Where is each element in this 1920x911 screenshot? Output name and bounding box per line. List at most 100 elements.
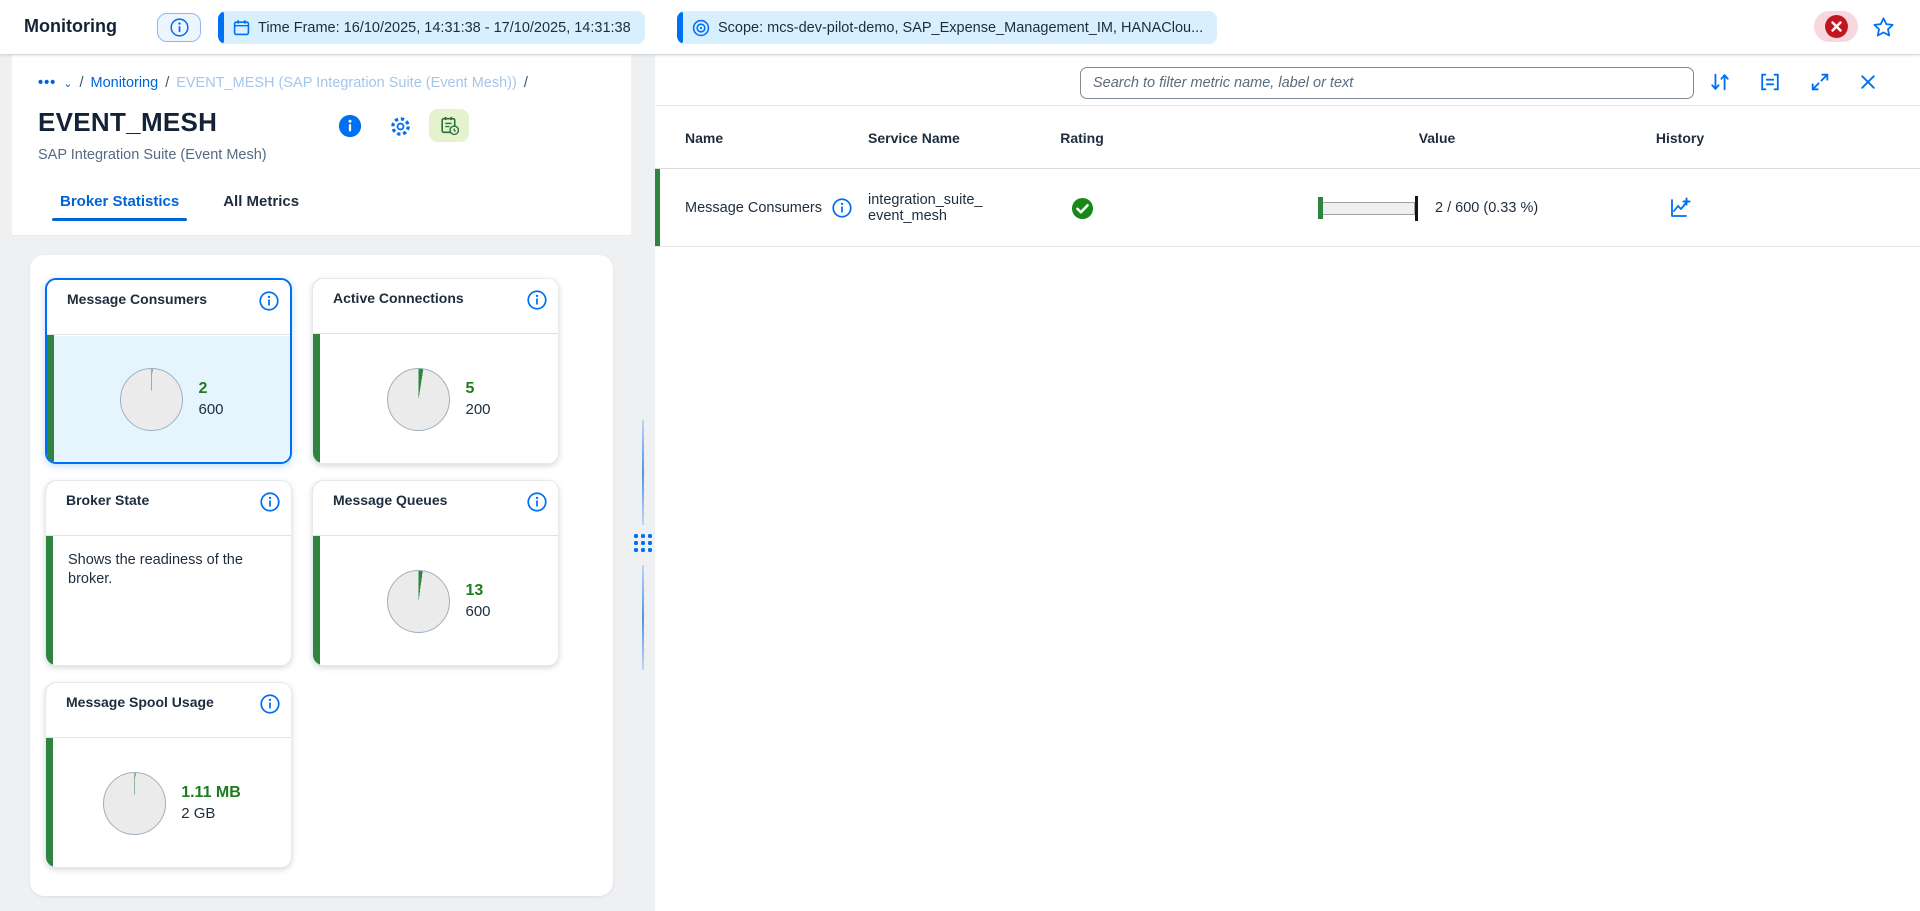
card-body: 2 600 [54,336,290,462]
breadcrumb-separator: / [79,75,83,91]
cell-service-name: integration_suite_event_mesh [868,192,984,224]
list-icon [1759,71,1781,93]
card-values: 5 200 [465,380,490,418]
history-chart-icon [1668,196,1692,220]
column-header-rating[interactable]: Rating [1032,106,1132,169]
metric-card[interactable]: Broker State Shows the readiness of the … [45,480,292,666]
error-badge-icon [1824,14,1849,39]
column-header-history[interactable]: History [1610,106,1750,169]
row-status-bar [655,169,660,246]
value-bar-track [1323,202,1415,215]
page-title: EVENT_MESH [38,107,217,138]
breadcrumb-separator: / [165,75,169,91]
metrics-toolbar [655,55,1920,106]
breadcrumb-link-monitoring[interactable]: Monitoring [90,75,158,91]
settings-button[interactable] [387,113,413,139]
breadcrumb-link-event-mesh[interactable]: EVENT_MESH (SAP Integration Suite (Event… [176,75,517,91]
gauge-chart [103,772,166,835]
table-row[interactable]: Message Consumers integration_suite_even… [655,169,1920,247]
cell-rating [1032,169,1132,247]
metric-cards-grid: Message Consumers 2 600 Active Connectio… [45,278,559,868]
card-body: 5 200 [320,335,558,463]
breadcrumb-separator: / [524,75,528,91]
calendar-clock-icon [439,115,460,136]
card-header: Message Queues [313,481,558,536]
title-info-button[interactable] [337,113,363,139]
sort-button[interactable] [1707,69,1733,95]
column-header-value[interactable]: Value [1362,106,1512,169]
page-subtitle: SAP Integration Suite (Event Mesh) [38,147,267,163]
breadcrumb: ••• ⌄ / Monitoring / EVENT_MESH (SAP Int… [38,75,528,91]
close-panel-button[interactable] [1855,69,1881,95]
breadcrumb-overflow-button[interactable]: ••• [38,75,56,91]
panel-splitter[interactable] [631,55,655,911]
metric-detail-panel: ••• ⌄ / Monitoring / EVENT_MESH (SAP Int… [12,55,631,911]
rating-good-icon [1071,197,1094,220]
column-header-service-name[interactable]: Service Name [868,106,980,169]
cell-name: Message Consumers [685,169,852,247]
schedule-button[interactable] [429,109,469,142]
metric-value: 2 [198,380,223,398]
card-title: Message Spool Usage [66,694,236,710]
gauge-chart [120,368,183,431]
show-labels-button[interactable] [1757,69,1783,95]
favorite-button[interactable] [1869,13,1897,41]
time-frame-label: Time Frame: 16/10/2025, 14:31:38 - 17/10… [258,20,631,36]
error-status-button[interactable] [1814,11,1858,42]
metric-value: 13 [465,582,490,600]
value-label: 2 / 600 (0.33 %) [1435,200,1538,216]
splitter-line [642,565,644,670]
top-bar: Monitoring Time Frame: 16/10/2025, 14:31… [0,0,1920,54]
card-body: 13 600 [320,537,558,665]
card-header: Active Connections [313,279,558,334]
metric-card[interactable]: Message Spool Usage 1.11 MB 2 GB [45,682,292,868]
chevron-down-icon[interactable]: ⌄ [63,77,72,90]
gauge-chart [387,570,450,633]
scope-target-icon [692,19,710,37]
info-icon[interactable] [260,492,280,512]
metric-card[interactable]: Active Connections 5 200 [312,278,559,464]
page-info-button[interactable] [157,13,201,42]
gear-icon [389,115,412,138]
metrics-table-header: Name Service Name Rating Value History [655,106,1920,169]
gauge-chart [387,368,450,431]
tab-broker-statistics[interactable]: Broker Statistics [60,193,179,221]
card-title: Message Consumers [67,291,237,307]
card-values: 2 600 [198,380,223,418]
info-icon[interactable] [259,291,279,311]
card-description: Shows the readiness of the broker. [68,551,275,589]
time-frame-chip[interactable]: Time Frame: 16/10/2025, 14:31:38 - 17/10… [218,11,645,44]
star-icon [1871,15,1896,40]
card-body: 1.11 MB 2 GB [53,739,291,867]
info-icon[interactable] [260,694,280,714]
cell-value: 2 / 600 (0.33 %) [1318,169,1538,247]
info-icon[interactable] [832,198,852,218]
info-icon[interactable] [527,290,547,310]
metric-limit: 2 GB [181,805,241,822]
metric-name: Message Consumers [685,200,822,216]
chip-accent-bar [218,11,224,44]
tab-all-metrics[interactable]: All Metrics [223,193,299,221]
info-filled-icon [338,114,362,138]
card-title: Active Connections [333,290,503,306]
scope-label: Scope: mcs-dev-pilot-demo, SAP_Expense_M… [718,20,1203,36]
metric-card[interactable]: Message Consumers 2 600 [45,278,292,464]
value-threshold-marker [1415,196,1418,221]
search-input[interactable] [1080,67,1694,99]
card-title: Message Queues [333,492,503,508]
info-icon[interactable] [527,492,547,512]
card-title: Broker State [66,492,236,508]
metrics-list-panel: Name Service Name Rating Value History M… [655,55,1920,911]
metric-limit: 600 [198,401,223,418]
scope-chip[interactable]: Scope: mcs-dev-pilot-demo, SAP_Expense_M… [677,11,1217,44]
monitoring-app: Monitoring Time Frame: 16/10/2025, 14:31… [0,0,1920,911]
column-header-name[interactable]: Name [685,106,723,169]
splitter-grip-icon[interactable] [634,528,652,558]
add-to-history-button[interactable] [1610,169,1750,247]
card-values: 1.11 MB 2 GB [181,784,241,822]
fullscreen-icon [1809,71,1831,93]
expand-button[interactable] [1807,69,1833,95]
metric-card[interactable]: Message Queues 13 600 [312,480,559,666]
info-icon [170,18,189,37]
tab-bar: Broker Statistics All Metrics [60,193,299,221]
